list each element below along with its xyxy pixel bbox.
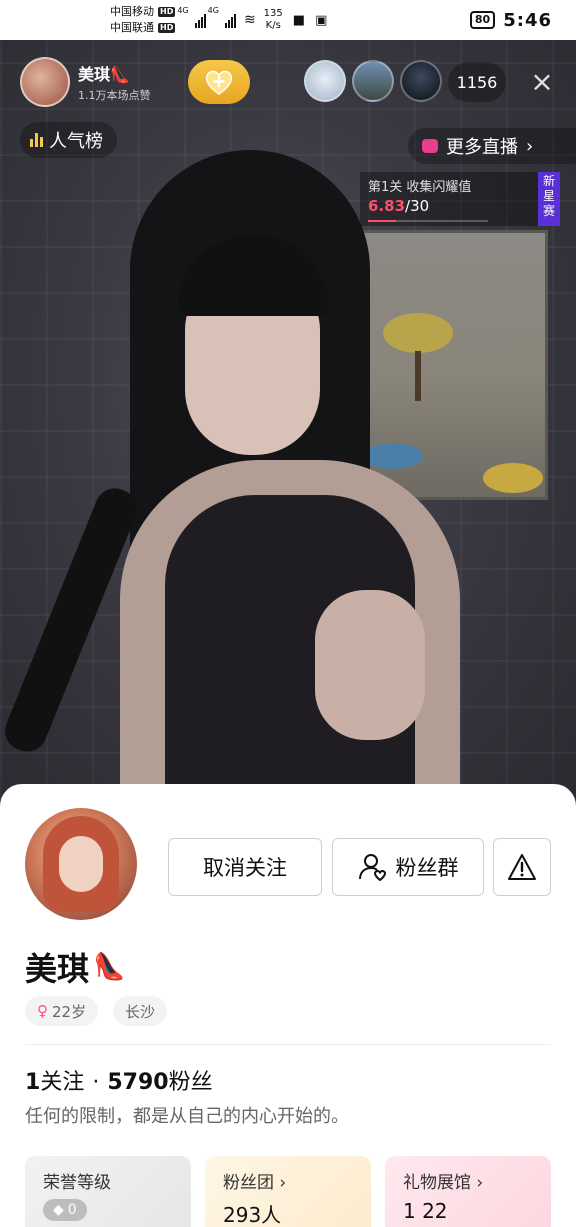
carrier-1: 中国移动 <box>110 5 154 18</box>
task-target: /30 <box>405 197 430 215</box>
vibrate-icon: ▣ <box>315 12 328 28</box>
following-stat[interactable]: 1关注 <box>25 1064 84 1096</box>
followers-stat[interactable]: 5790粉丝 <box>107 1064 212 1096</box>
viewer-avatar[interactable] <box>304 60 346 102</box>
more-live-label: 更多直播 <box>446 137 518 158</box>
viewer-avatar[interactable] <box>352 60 394 102</box>
honor-level-badge: ◆ 0 <box>43 1199 87 1221</box>
profile-avatar[interactable] <box>25 808 137 920</box>
fan-group-label: 粉丝群 <box>395 856 459 880</box>
honor-level-card[interactable]: 荣誉等级 ◆ 0 <box>25 1156 191 1227</box>
profile-name-text: 美琪 <box>25 950 90 988</box>
viewer-avatar[interactable] <box>400 60 442 102</box>
speed-value: 135 <box>263 8 283 19</box>
hd-badge: HD <box>158 7 176 17</box>
signal-icon-2 <box>224 12 236 28</box>
divider <box>25 1044 551 1045</box>
network-type-1: 4G <box>177 6 189 15</box>
network-type-2: 4G <box>207 6 219 15</box>
followers-count: 5790 <box>107 1070 169 1095</box>
new-star-badge[interactable]: 新星赛 <box>538 172 560 226</box>
streamer-hand <box>315 590 425 740</box>
gifts-label: 礼物展馆 <box>403 1173 471 1193</box>
honor-value: 0 <box>67 1202 77 1218</box>
fans-label: 粉丝团 <box>223 1173 274 1193</box>
wall-painting <box>340 230 548 500</box>
report-button[interactable] <box>493 838 551 896</box>
heart-icon <box>205 70 233 95</box>
host-likes: 1.1万本场点赞 <box>78 89 151 102</box>
signal-icon <box>194 12 206 28</box>
status-bar: 中国移动 HD 中国联通 HD 4G 4G ≋ 135 K/s ■ ▣ 80 5… <box>0 0 576 40</box>
host-info[interactable]: 美琪👠 1.1万本场点赞 <box>20 56 168 108</box>
female-icon: ♀ <box>37 1002 48 1020</box>
honor-label: 荣誉等级 <box>43 1173 111 1193</box>
warning-icon <box>508 854 536 880</box>
task-card[interactable]: 第1关 收集闪耀值 6.83/30 <box>360 172 538 226</box>
chevron-right-icon: › <box>279 1173 287 1193</box>
task-progress: 6.83/30 <box>368 197 530 215</box>
close-icon[interactable]: × <box>526 66 558 98</box>
task-title: 第1关 收集闪耀值 <box>368 180 472 195</box>
following-count: 1 <box>25 1070 41 1095</box>
viewer-count[interactable]: 1156 <box>448 62 506 102</box>
clock: 5:46 <box>503 9 552 31</box>
battery-icon: 80 <box>469 11 496 29</box>
high-heel-icon: 👠 <box>93 952 126 982</box>
profile-bio: 任何的限制，都是从自己的内心开始的。 <box>25 1106 349 1127</box>
hd-badge-2: HD <box>158 23 176 33</box>
profile-name: 美琪 👠 <box>25 944 125 990</box>
live-tv-icon <box>422 139 438 153</box>
user-heart-icon <box>358 854 386 882</box>
host-name: 美琪👠 <box>78 65 130 84</box>
age-tag: ♀ 22岁 <box>25 996 99 1026</box>
gifts-value: 1 22 <box>403 1199 448 1223</box>
fans-value: 293人 <box>223 1203 282 1227</box>
host-avatar[interactable] <box>20 57 70 107</box>
speed-unit: K/s <box>265 20 281 31</box>
unfollow-label: 取消关注 <box>203 856 287 880</box>
carrier-info: 中国移动 HD 中国联通 HD <box>110 4 176 36</box>
stat-separator: · <box>92 1070 100 1095</box>
network-speed: 135 K/s <box>264 8 283 32</box>
fan-club-heart-button[interactable] <box>188 60 250 104</box>
follow-stats: 1关注 · 5790粉丝 <box>25 1064 213 1096</box>
following-label: 关注 <box>40 1070 85 1095</box>
rank-bars-icon <box>30 133 43 147</box>
city-text: 长沙 <box>125 1002 156 1021</box>
city-tag: 长沙 <box>113 996 168 1026</box>
task-progress-bar <box>368 220 488 222</box>
gift-gallery-card[interactable]: 礼物展馆 › 1 22 <box>385 1156 551 1227</box>
profile-sheet: 取消关注 粉丝群 美琪 👠 ♀ 22岁 长沙 1关注 · 5790粉丝 任何的限… <box>0 784 576 1227</box>
rank-label: 人气榜 <box>49 131 103 152</box>
followers-label: 粉丝 <box>168 1070 213 1095</box>
task-progress-fill <box>368 220 396 222</box>
chevron-right-icon: › <box>476 1173 484 1193</box>
unfollow-button[interactable]: 取消关注 <box>168 838 322 896</box>
task-current: 6.83 <box>368 197 406 215</box>
chevron-right-icon: › <box>526 135 534 157</box>
wifi-icon: ≋ <box>243 12 256 28</box>
carrier-2: 中国联通 <box>110 21 154 34</box>
diamond-icon: ◆ <box>53 1202 64 1218</box>
fan-group-button[interactable]: 粉丝群 <box>332 838 484 896</box>
popularity-rank-button[interactable]: 人气榜 <box>20 122 117 158</box>
age-text: 22岁 <box>52 1002 87 1021</box>
more-live-button[interactable]: 更多直播 › <box>408 128 576 164</box>
camera-icon: ■ <box>292 12 306 28</box>
fan-club-card[interactable]: 粉丝团 › 293人 <box>205 1156 371 1227</box>
